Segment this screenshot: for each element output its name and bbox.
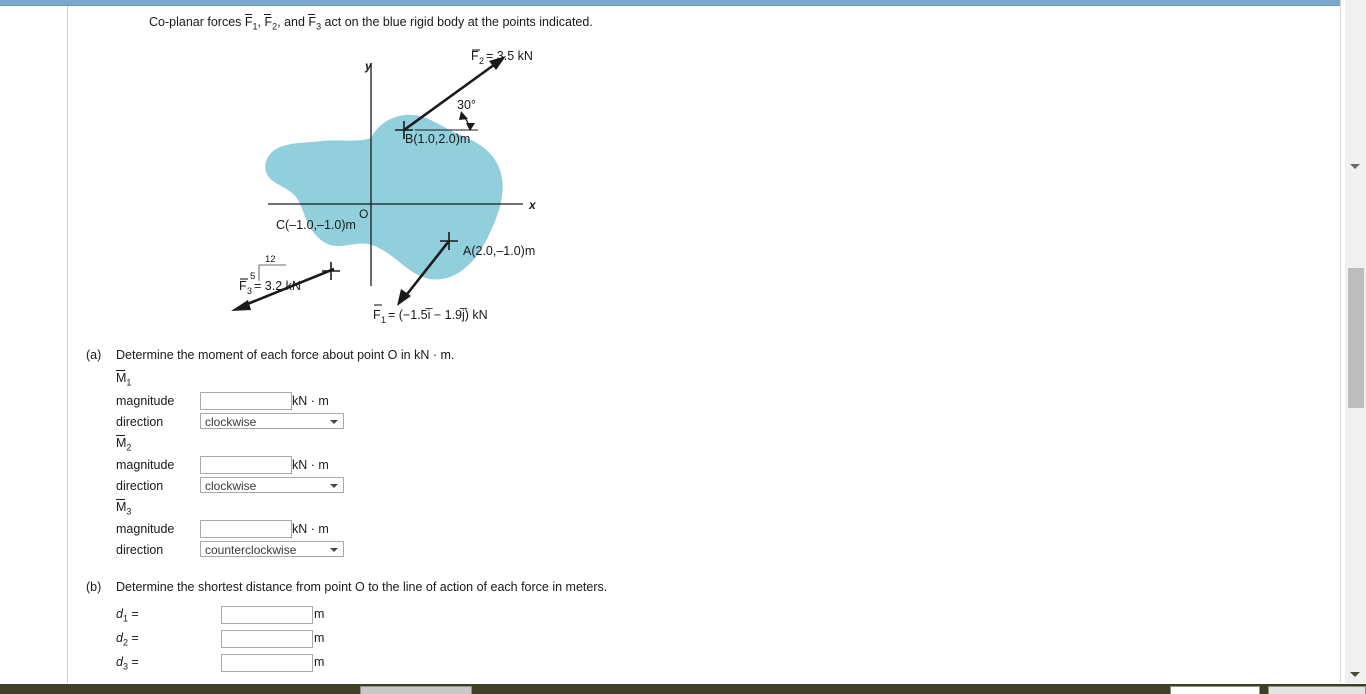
m1-magnitude-input[interactable] (200, 392, 292, 410)
m3-direction-label: direction (116, 543, 164, 557)
d2-input[interactable] (221, 630, 313, 648)
force-symbol-f1: F (244, 14, 253, 29)
d1-label: d1 = (116, 607, 139, 624)
force-symbol-f3: F (308, 14, 317, 29)
y-axis-label: y (364, 59, 373, 73)
d2-unit: m (314, 631, 325, 645)
part-a-prompt: Determine the moment of each force about… (116, 348, 455, 362)
right-edge-divider (1340, 0, 1341, 683)
svg-text:= 3.2 kN: = 3.2 kN (254, 279, 301, 293)
svg-text:2: 2 (479, 56, 484, 66)
m1-magnitude-label: magnitude (116, 394, 175, 408)
angle-arrow-upper (459, 111, 468, 120)
m3-magnitude-unit: kN · m (292, 522, 329, 536)
taskbar-item-2[interactable] (1170, 686, 1260, 694)
moment-label-m3: M3 (116, 499, 132, 517)
svg-text:F: F (373, 308, 381, 322)
m2-magnitude-input[interactable] (200, 456, 292, 474)
chevron-down-icon (330, 548, 338, 552)
scroll-down-arrow-icon[interactable] (1350, 672, 1360, 677)
taskbar-item-3[interactable] (1268, 686, 1366, 694)
svg-text:3: 3 (247, 286, 252, 296)
part-a-marker: (a) (86, 348, 102, 362)
svg-text:F: F (471, 49, 479, 63)
stem-text-post: act on the blue rigid body at the points… (321, 15, 593, 29)
part-b-prompt: Determine the shortest distance from poi… (116, 580, 608, 594)
force-diagram-figure: x y O 30° 12 5 F 2 = 3.5 kN B(1.0,2.0)m … (218, 41, 578, 336)
slope-run-label: 12 (265, 254, 276, 265)
svg-text:1: 1 (381, 315, 386, 325)
m3-direction-value: counterclockwise (205, 543, 297, 557)
part-b-marker: (b) (86, 580, 102, 594)
m1-direction-select[interactable]: clockwise (200, 413, 344, 429)
angle-label-30: 30° (457, 98, 476, 112)
m3-magnitude-input[interactable] (200, 520, 292, 538)
point-c-label: C(–1.0,–1.0)m (276, 218, 356, 232)
taskbar (0, 684, 1366, 694)
x-axis-label: x (528, 198, 537, 212)
content-pane: Co-planar forces F1, F2, and F3 act on t… (68, 6, 1340, 683)
m2-direction-value: clockwise (205, 479, 257, 493)
d2-label: d2 = (116, 631, 139, 648)
m1-direction-label: direction (116, 415, 164, 429)
force-f3-label: F 3 = 3.2 kN (239, 278, 301, 296)
force-symbol-f2: F (264, 14, 273, 29)
m2-direction-label: direction (116, 479, 164, 493)
m2-direction-select[interactable]: clockwise (200, 477, 344, 493)
m3-magnitude-label: magnitude (116, 522, 175, 536)
m2-magnitude-unit: kN · m (292, 458, 329, 472)
moment-label-m1: M1 (116, 370, 132, 388)
chevron-down-icon (330, 420, 338, 424)
m2-magnitude-label: magnitude (116, 458, 175, 472)
page-root: Co-planar forces F1, F2, and F3 act on t… (0, 0, 1366, 694)
d1-unit: m (314, 607, 325, 621)
d3-input[interactable] (221, 654, 313, 672)
moment-label-m2: M2 (116, 435, 132, 453)
stem-text-pre: Co-planar forces (149, 15, 245, 29)
stem-sep-1: , (257, 15, 265, 29)
m1-direction-value: clockwise (205, 415, 257, 429)
stem-sep-2: , and (277, 15, 309, 29)
left-gutter (0, 6, 67, 683)
force-f1-label: F 1 = (−1.5i̅ − 1.9j̅) kN (373, 304, 488, 325)
d1-input[interactable] (221, 606, 313, 624)
m1-magnitude-unit: kN · m (292, 394, 329, 408)
scroll-up-arrow-icon[interactable] (1350, 164, 1360, 169)
svg-text:= 3.5 kN: = 3.5 kN (486, 49, 533, 63)
origin-label: O (359, 207, 368, 221)
point-a-label: A(2.0,–1.0)m (463, 244, 535, 258)
vertical-scrollbar-thumb[interactable] (1348, 268, 1364, 408)
chevron-down-icon (330, 484, 338, 488)
force-f2-arrow (403, 56, 506, 132)
force-f2-label: F 2 = 3.5 kN (471, 49, 533, 66)
m3-direction-select[interactable]: counterclockwise (200, 541, 344, 557)
svg-text:F: F (239, 279, 247, 293)
d3-label: d3 = (116, 655, 139, 672)
point-b-label: B(1.0,2.0)m (405, 132, 470, 146)
d3-unit: m (314, 655, 325, 669)
taskbar-item-1[interactable] (360, 686, 472, 694)
svg-text:= (−1.5i̅ − 1.9j̅) kN: = (−1.5i̅ − 1.9j̅) kN (388, 308, 488, 322)
problem-statement: Co-planar forces F1, F2, and F3 act on t… (149, 14, 593, 32)
